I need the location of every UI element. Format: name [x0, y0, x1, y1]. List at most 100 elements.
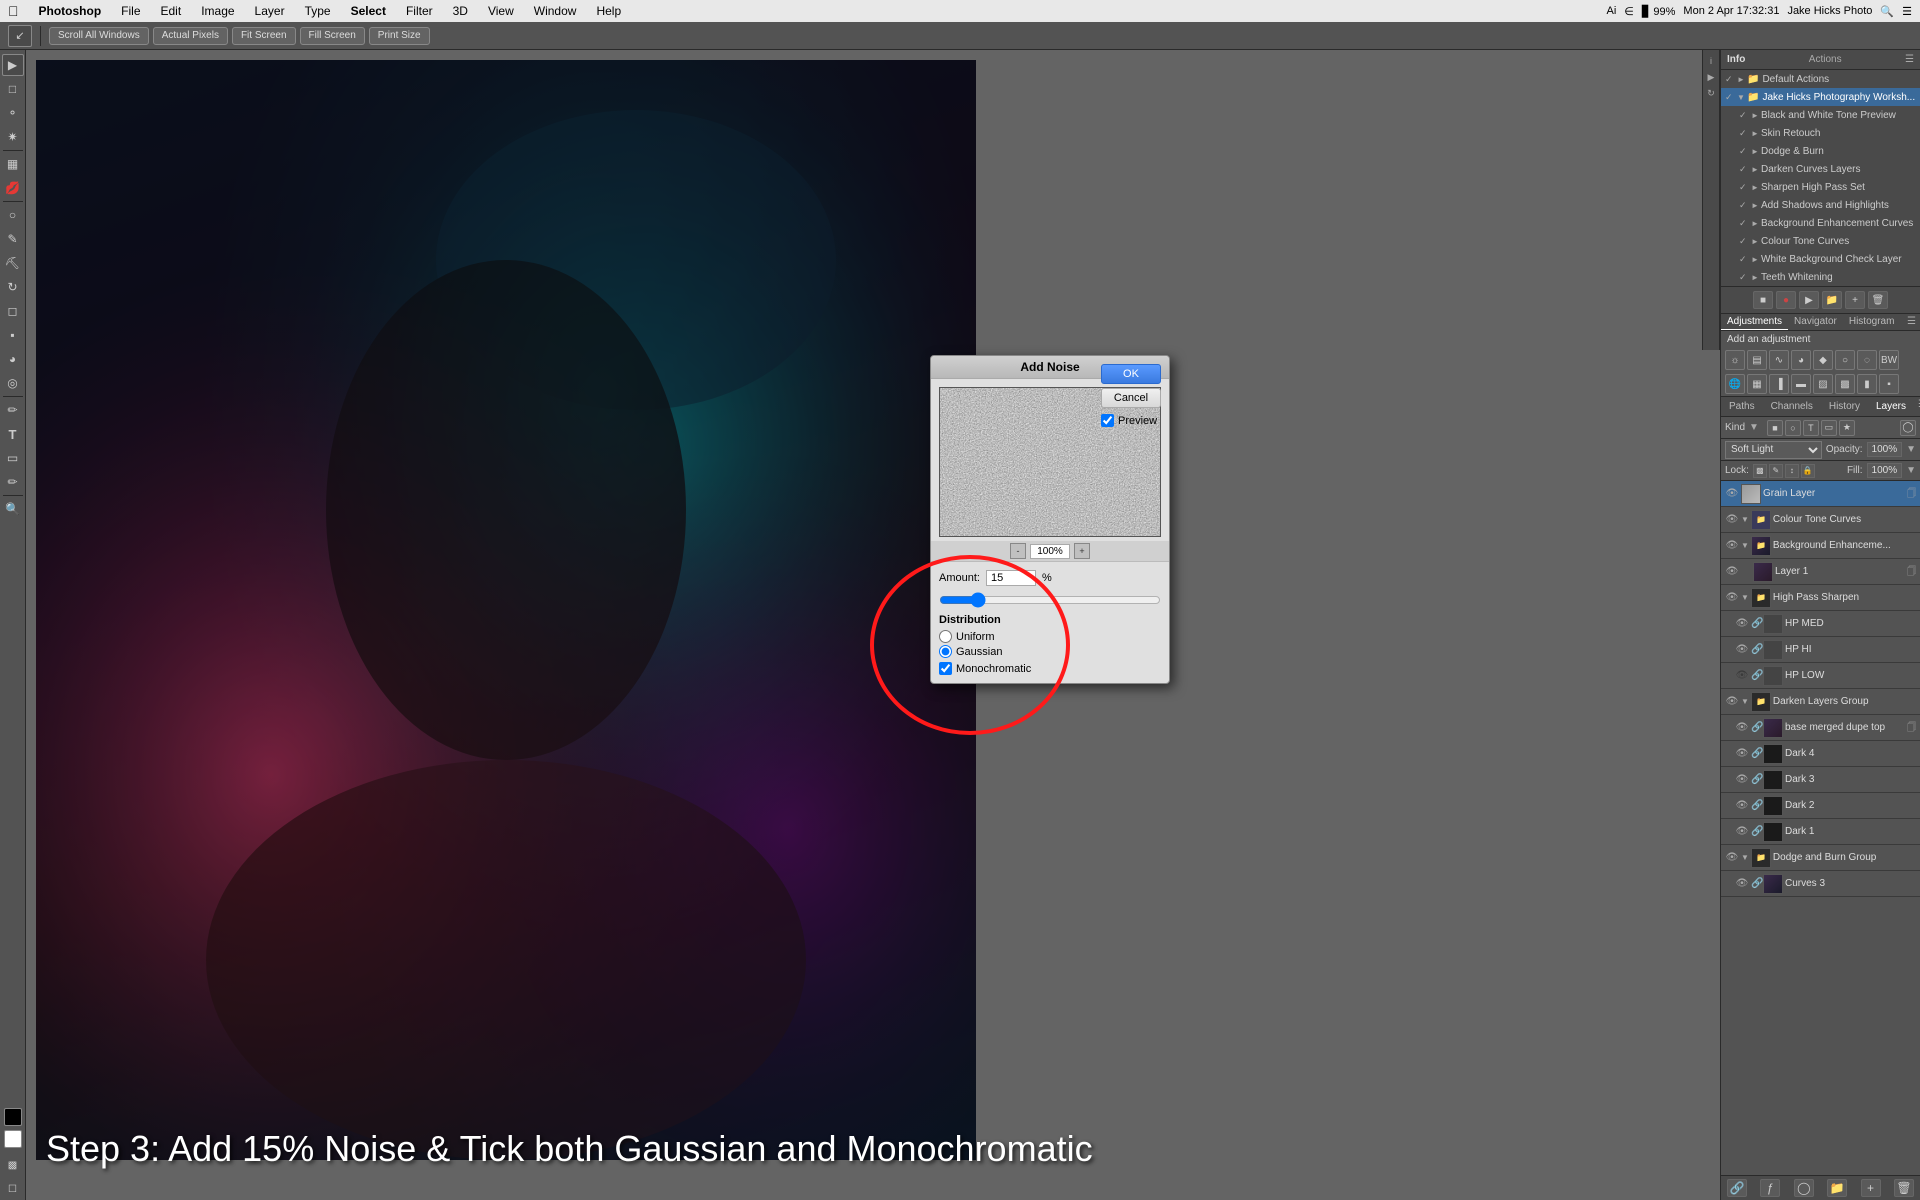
- zoom-out-preview-btn[interactable]: -: [1010, 543, 1026, 559]
- group-expand-ct[interactable]: ▼: [1741, 515, 1749, 524]
- filter-toggle[interactable]: ◯: [1900, 420, 1916, 436]
- shape-filter[interactable]: ▭: [1821, 420, 1837, 436]
- menu-photoshop[interactable]: Photoshop: [31, 0, 110, 22]
- eraser-tool[interactable]: ◻: [2, 300, 24, 322]
- menu-type[interactable]: Type: [297, 0, 339, 22]
- menu-window[interactable]: Window: [526, 0, 585, 22]
- tab-adjustments[interactable]: Adjustments: [1721, 314, 1788, 330]
- color-lookup-adj[interactable]: ▐: [1769, 374, 1789, 394]
- action-teeth-whitening[interactable]: ✓ ► Teeth Whitening: [1721, 268, 1920, 286]
- add-mask-btn[interactable]: ◯: [1794, 1179, 1814, 1197]
- stop-recording-btn[interactable]: ■: [1753, 291, 1773, 309]
- layer-eye-bm[interactable]: 👁: [1735, 721, 1749, 735]
- curves-adj[interactable]: ∿: [1769, 350, 1789, 370]
- layer-eye-dk[interactable]: 👁: [1725, 695, 1739, 709]
- fill-screen-btn[interactable]: Fill Screen: [300, 27, 365, 45]
- layer-eye-c3[interactable]: 👁: [1735, 877, 1749, 891]
- layer-dark1[interactable]: 👁 🔗 Dark 1: [1721, 819, 1920, 845]
- bw-adj[interactable]: BW: [1879, 350, 1899, 370]
- clone-stamp-tool[interactable]: ⛏: [2, 252, 24, 274]
- posterize-adj[interactable]: ▨: [1813, 374, 1833, 394]
- layer-eye-d2[interactable]: 👁: [1735, 799, 1749, 813]
- quick-mask-mode[interactable]: ▩: [2, 1154, 24, 1176]
- layer-hp-hi[interactable]: 👁 🔗 HP HI: [1721, 637, 1920, 663]
- kind-dropdown-icon[interactable]: ▼: [1749, 422, 1759, 433]
- uniform-radio[interactable]: [939, 630, 952, 643]
- menu-extra-icon[interactable]: ☰: [1902, 5, 1912, 18]
- lock-position-btn[interactable]: ↕: [1785, 464, 1799, 478]
- layer-eye-grain[interactable]: 👁: [1725, 487, 1739, 501]
- layer-eye-d4[interactable]: 👁: [1735, 747, 1749, 761]
- crop-tool[interactable]: ▦: [2, 153, 24, 175]
- layer-eye-hp[interactable]: 👁: [1725, 591, 1739, 605]
- vibrance-adj[interactable]: ◆: [1813, 350, 1833, 370]
- menu-layer[interactable]: Layer: [247, 0, 293, 22]
- menu-3d[interactable]: 3D: [445, 0, 476, 22]
- adjustment-filter[interactable]: ○: [1785, 420, 1801, 436]
- eyedropper-tool[interactable]: 💋: [2, 177, 24, 199]
- exposure-adj[interactable]: ◕: [1791, 350, 1811, 370]
- healing-brush-tool[interactable]: ○: [2, 204, 24, 226]
- layer-eye-l1[interactable]: 👁: [1725, 565, 1739, 579]
- lock-pixels-btn[interactable]: ✎: [1769, 464, 1783, 478]
- layer-dodge-burn-group[interactable]: 👁 ▼ 📁 Dodge and Burn Group: [1721, 845, 1920, 871]
- blend-mode-select[interactable]: Soft Light: [1725, 441, 1822, 459]
- info-panel-icon[interactable]: i: [1704, 54, 1718, 68]
- selective-color-adj[interactable]: ▪: [1879, 374, 1899, 394]
- layer-base-merged[interactable]: 👁 🔗 base merged dupe top 🗍: [1721, 715, 1920, 741]
- menu-view[interactable]: View: [480, 0, 522, 22]
- dialog-cancel-btn[interactable]: Cancel: [1101, 388, 1161, 408]
- layer-bg-enhancement[interactable]: 👁 ▼ 📁 Background Enhanceme...: [1721, 533, 1920, 559]
- fill-value[interactable]: 100%: [1867, 463, 1903, 478]
- color-balance-adj[interactable]: ◌: [1857, 350, 1877, 370]
- layer-eye-d1[interactable]: 👁: [1735, 825, 1749, 839]
- photo-filter-adj[interactable]: 🌐: [1725, 374, 1745, 394]
- add-style-btn[interactable]: ƒ: [1760, 1179, 1780, 1197]
- action-white-bg[interactable]: ✓ ► White Background Check Layer: [1721, 250, 1920, 268]
- layers-panel-menu[interactable]: ☰: [1914, 397, 1920, 416]
- new-action-btn[interactable]: +: [1845, 291, 1865, 309]
- move-tool[interactable]: ↙: [8, 25, 32, 47]
- action-dodge-burn[interactable]: ✓ ► Dodge & Burn: [1721, 142, 1920, 160]
- levels-adj[interactable]: ▤: [1747, 350, 1767, 370]
- menu-help[interactable]: Help: [588, 0, 629, 22]
- action-bw-preview[interactable]: ✓ ► Black and White Tone Preview: [1721, 106, 1920, 124]
- tab-paths[interactable]: Paths: [1721, 397, 1763, 416]
- layer-curves3[interactable]: 👁 🔗 Curves 3: [1721, 871, 1920, 897]
- actions-panel-icon[interactable]: ▶: [1704, 70, 1718, 84]
- invert-adj[interactable]: ▬: [1791, 374, 1811, 394]
- delete-action-btn[interactable]: 🗑: [1868, 291, 1888, 309]
- foreground-color[interactable]: [4, 1108, 22, 1126]
- screen-mode[interactable]: ☐: [2, 1178, 24, 1200]
- link-layers-btn[interactable]: 🔗: [1727, 1179, 1747, 1197]
- tab-layers[interactable]: Layers: [1868, 397, 1914, 416]
- lock-all-btn[interactable]: 🔒: [1801, 464, 1815, 478]
- brightness-contrast-adj[interactable]: ☼: [1725, 350, 1745, 370]
- magic-wand-tool[interactable]: ✷: [2, 126, 24, 148]
- new-layer-btn[interactable]: +: [1861, 1179, 1881, 1197]
- print-size-btn[interactable]: Print Size: [369, 27, 430, 45]
- type-filter[interactable]: T: [1803, 420, 1819, 436]
- layer-hp-med[interactable]: 👁 🔗 HP MED: [1721, 611, 1920, 637]
- gradient-map-adj[interactable]: ▮: [1857, 374, 1877, 394]
- action-default[interactable]: ✓ ► 📁 Default Actions: [1721, 70, 1920, 88]
- layer-eye-hpmed[interactable]: 👁: [1735, 617, 1749, 631]
- blur-tool[interactable]: ◕: [2, 348, 24, 370]
- fit-screen-btn[interactable]: Fit Screen: [232, 27, 296, 45]
- action-skin-retouch[interactable]: ✓ ► Skin Retouch: [1721, 124, 1920, 142]
- action-bg-enhancement[interactable]: ✓ ► Background Enhancement Curves: [1721, 214, 1920, 232]
- pen-tool[interactable]: ✏: [2, 399, 24, 421]
- action-darken-curves[interactable]: ✓ ► Darken Curves Layers: [1721, 160, 1920, 178]
- layer-eye-ct[interactable]: 👁: [1725, 513, 1739, 527]
- lock-transparent-btn[interactable]: ▩: [1753, 464, 1767, 478]
- menu-file[interactable]: File: [113, 0, 148, 22]
- action-colour-tone[interactable]: ✓ ► Colour Tone Curves: [1721, 232, 1920, 250]
- layer-eye-hplow[interactable]: 👁: [1735, 669, 1749, 683]
- hand-tool[interactable]: ✏: [2, 471, 24, 493]
- monochromatic-checkbox[interactable]: [939, 662, 952, 675]
- tab-history[interactable]: History: [1821, 397, 1868, 416]
- lasso-tool[interactable]: ⚬: [2, 102, 24, 124]
- gradient-tool[interactable]: ▪: [2, 324, 24, 346]
- action-jake-hicks-group[interactable]: ✓ ▼ 📁 Jake Hicks Photography Worksh...: [1721, 88, 1920, 106]
- zoom-in-preview-btn[interactable]: +: [1074, 543, 1090, 559]
